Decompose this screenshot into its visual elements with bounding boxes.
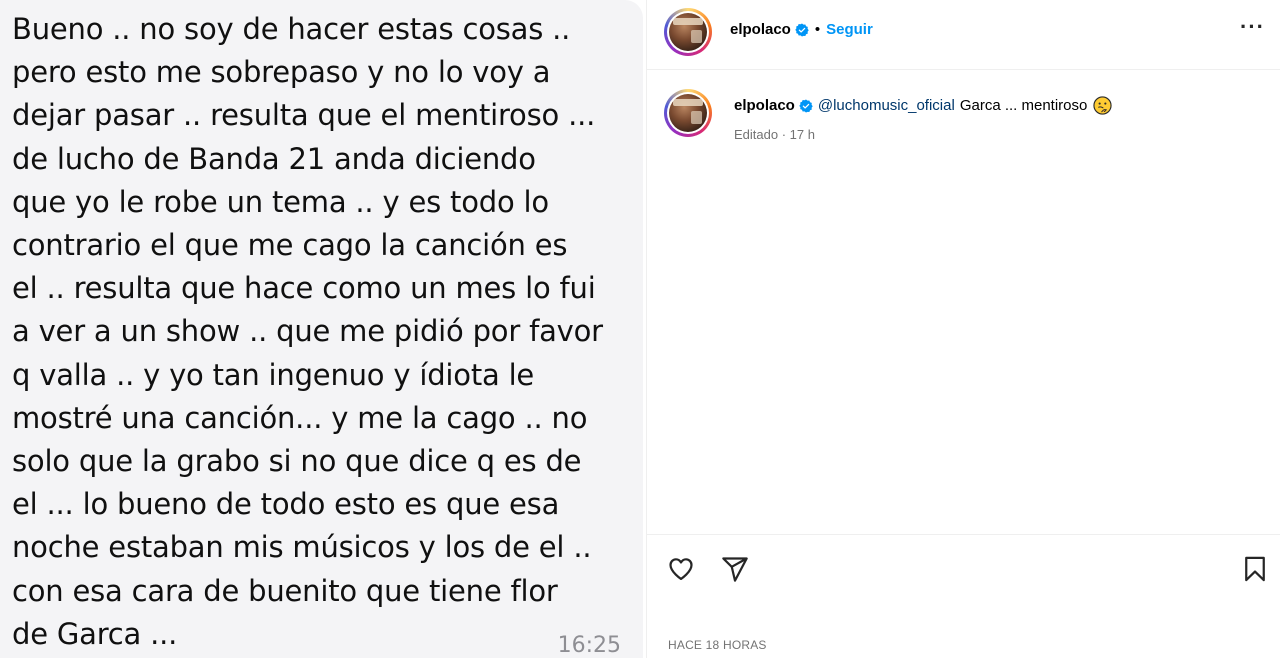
message-line: el .. resulta que hace como un mes lo fu…	[12, 271, 596, 306]
comment-avatar[interactable]	[664, 89, 712, 137]
message-time: 16:25	[557, 633, 621, 658]
post-header: elpolaco • Seguir ···	[647, 0, 1280, 70]
caption-text: Garca ... mentiroso	[959, 97, 1088, 114]
message-line: Bueno .. no soy de hacer estas cosas ..	[12, 12, 571, 46]
message-line: que yo le robe un tema .. y es todo lo	[12, 184, 549, 219]
more-options-button[interactable]: ···	[1240, 16, 1265, 38]
post-timestamp[interactable]: HACE 18 HORAS	[668, 638, 767, 652]
chat-message-text: Bueno .. no soy de hacer estas cosas .. …	[12, 8, 627, 656]
avatar-ring	[667, 92, 709, 134]
message-line: dejar pasar .. resulta que el mentiroso …	[12, 98, 596, 133]
message-line: el ... lo bueno de todo esto es que esa	[12, 487, 560, 522]
message-line: de Garca ...	[12, 616, 178, 651]
message-line: con esa cara de buenito que tiene flor	[12, 573, 558, 608]
message-line: pero esto me sobrepaso y no lo voy a	[12, 55, 551, 90]
username-link[interactable]: elpolaco	[730, 21, 791, 38]
chat-screenshot: Bueno .. no soy de hacer estas cosas .. …	[0, 0, 645, 658]
comment-meta: Editado · 17 h	[734, 127, 815, 142]
follow-button[interactable]: Seguir	[826, 21, 873, 38]
chat-message-bubble: Bueno .. no soy de hacer estas cosas .. …	[0, 0, 643, 658]
caption-comment: elpolaco @luchomusic_oficial Garca ... m…	[734, 96, 1112, 115]
message-line: q valla .. y yo tan ingenuo y ídiota le	[12, 357, 535, 392]
avatar-image	[669, 94, 707, 132]
bookmark-icon[interactable]	[1241, 555, 1269, 583]
avatar[interactable]	[664, 8, 712, 56]
separator-dot: •	[814, 21, 821, 38]
verified-badge-icon	[799, 99, 813, 112]
avatar-image	[669, 13, 707, 51]
avatar-ring	[667, 11, 709, 53]
comment-username-link[interactable]: elpolaco	[734, 97, 795, 114]
paper-plane-icon[interactable]	[721, 555, 749, 583]
message-line: de lucho de Banda 21 anda diciendo	[12, 141, 536, 176]
instagram-post-pane: elpolaco • Seguir ··· elpolaco @luchomus…	[646, 0, 1280, 658]
message-line: a ver a un show .. que me pidió por favo…	[12, 314, 603, 349]
message-line: noche estaban mis músicos y los de el ..	[12, 530, 592, 565]
message-line: solo que la grabo si no que dice q es de	[12, 444, 582, 479]
heart-icon[interactable]	[667, 555, 695, 583]
thinking-face-emoji-icon	[1093, 96, 1112, 115]
message-line: contrario el que me cago la canción es	[12, 228, 568, 263]
header-user-line: elpolaco • Seguir	[730, 21, 873, 38]
mention-link[interactable]: @luchomusic_oficial	[818, 97, 955, 114]
verified-badge-icon	[795, 23, 809, 36]
message-line: mostré una canción... y me la cago .. no	[12, 400, 588, 435]
post-actions-bar	[647, 534, 1280, 600]
